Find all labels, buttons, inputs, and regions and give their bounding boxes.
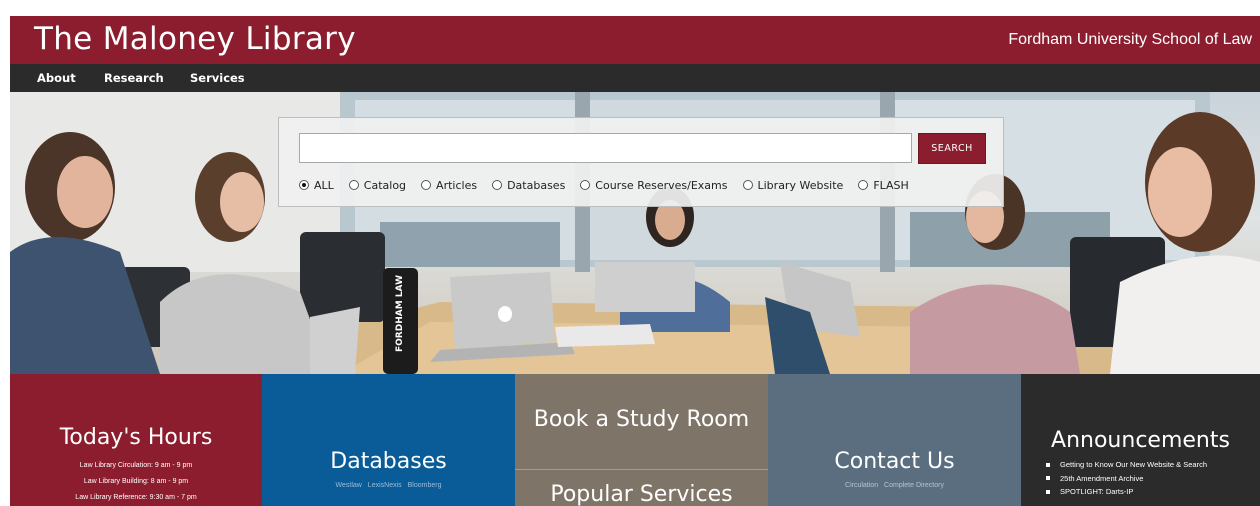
- search-button[interactable]: SEARCH: [918, 133, 986, 164]
- search-panel: SEARCH ALL Catalog Articles Databases Co…: [278, 117, 1004, 207]
- link-circulation[interactable]: Circulation: [845, 482, 878, 489]
- radio-icon[interactable]: [421, 180, 432, 190]
- contact-title: Contact Us: [834, 449, 955, 474]
- announcement-item[interactable]: Getting to Know Our New Website & Search: [1046, 458, 1207, 472]
- radio-icon[interactable]: [858, 180, 869, 190]
- university-link[interactable]: Fordham University School of Law: [1008, 31, 1252, 49]
- hours-line: Law Library Reference: 9:30 am - 7 pm: [75, 494, 197, 501]
- announcements-title[interactable]: Announcements: [1021, 428, 1260, 453]
- scope-course-reserves[interactable]: Course Reserves/Exams: [580, 179, 728, 192]
- link-bloomberg[interactable]: Bloomberg: [408, 482, 442, 489]
- tile-popular-services[interactable]: Popular Services: [515, 469, 768, 506]
- tile-todays-hours[interactable]: Today's Hours Law Library Circulation: 9…: [10, 374, 262, 506]
- search-scope-options: ALL Catalog Articles Databases Course Re…: [299, 178, 924, 192]
- site-title[interactable]: The Maloney Library: [34, 21, 356, 57]
- radio-icon[interactable]: [742, 180, 753, 190]
- tile-book-study-room[interactable]: Book a Study Room: [515, 374, 768, 469]
- radio-icon[interactable]: [348, 180, 359, 190]
- scope-all[interactable]: ALL: [299, 179, 334, 192]
- site-header: The Maloney Library Fordham University S…: [10, 16, 1260, 64]
- databases-links: Westlaw LexisNexis Bloomberg: [262, 482, 515, 489]
- nav-services[interactable]: Services: [190, 71, 245, 85]
- scope-catalog[interactable]: Catalog: [348, 179, 406, 192]
- feature-tiles: Today's Hours Law Library Circulation: 9…: [10, 374, 1260, 506]
- scope-articles[interactable]: Articles: [421, 179, 477, 192]
- scope-databases[interactable]: Databases: [492, 179, 565, 192]
- bottle-text: FORDHAM LAW: [395, 275, 405, 352]
- hours-title: Today's Hours: [59, 425, 213, 450]
- databases-title: Databases: [330, 449, 447, 474]
- tile-contact-us[interactable]: Contact Us Circulation Complete Director…: [768, 374, 1021, 506]
- radio-icon[interactable]: [299, 180, 309, 190]
- main-nav: About Research Services: [10, 64, 1260, 92]
- nav-research[interactable]: Research: [104, 71, 164, 85]
- radio-icon[interactable]: [492, 180, 503, 190]
- search-input[interactable]: [299, 133, 912, 163]
- popular-services-title: Popular Services: [550, 482, 733, 506]
- tile-announcements: Announcements Getting to Know Our New We…: [1021, 374, 1260, 506]
- tile-databases[interactable]: Databases Westlaw LexisNexis Bloomberg: [262, 374, 515, 506]
- announcement-item[interactable]: 25th Amendment Archive: [1046, 472, 1207, 486]
- contact-links: Circulation Complete Directory: [768, 482, 1021, 489]
- hours-line: Law Library Circulation: 9 am - 9 pm: [79, 462, 193, 469]
- hours-list: Law Library Circulation: 9 am - 9 pm Law…: [10, 458, 262, 506]
- nav-about[interactable]: About: [37, 71, 76, 85]
- link-lexisnexis[interactable]: LexisNexis: [368, 482, 402, 489]
- study-room-title: Book a Study Room: [533, 407, 750, 432]
- radio-icon[interactable]: [580, 180, 591, 190]
- scope-flash[interactable]: FLASH: [858, 179, 909, 192]
- link-westlaw[interactable]: Westlaw: [336, 482, 362, 489]
- announcements-list: Getting to Know Our New Website & Search…: [1046, 458, 1207, 499]
- announcement-item[interactable]: SPOTLIGHT: Darts-IP: [1046, 485, 1207, 499]
- hours-line: Law Library Building: 8 am - 9 pm: [83, 478, 189, 485]
- scope-library-website[interactable]: Library Website: [742, 179, 843, 192]
- link-complete-directory[interactable]: Complete Directory: [884, 482, 944, 489]
